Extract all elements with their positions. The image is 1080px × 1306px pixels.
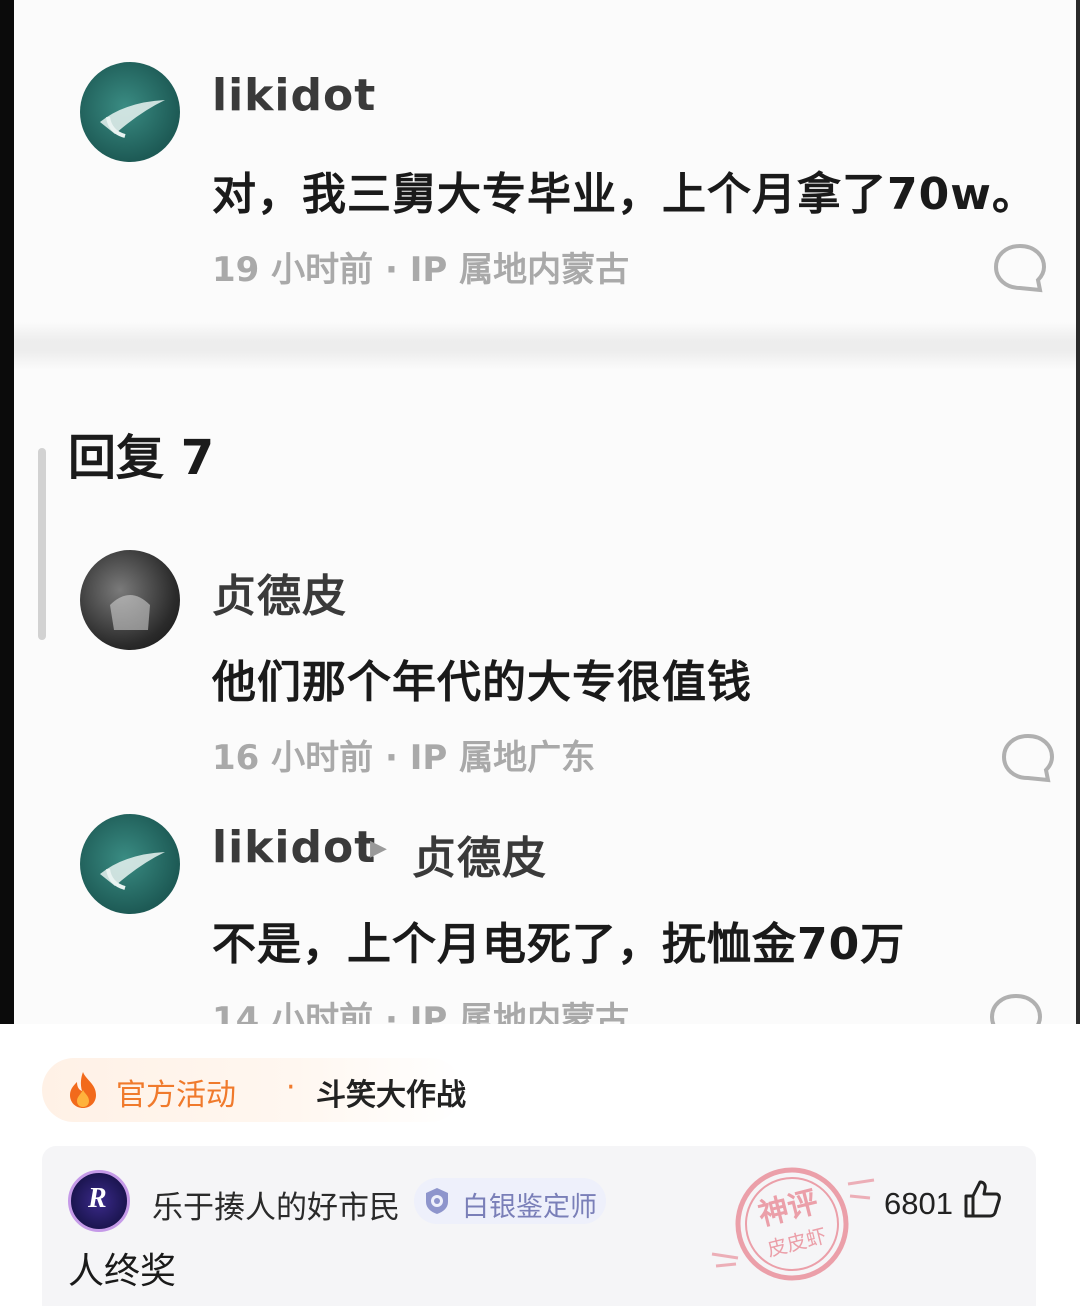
comment-text: 人终奖 (68, 1250, 177, 1291)
activity-label: 官方活动 (116, 1079, 236, 1112)
avatar (80, 814, 180, 914)
avatar-letter: R (88, 1183, 107, 1214)
thumbs-up-icon[interactable] (962, 1178, 1002, 1220)
replies-header: 回复 7 (68, 430, 215, 486)
reply-to-username: 贞德皮 (412, 833, 547, 884)
user-avatar[interactable]: R (68, 1170, 130, 1232)
badge-shield-icon (426, 1188, 448, 1214)
like-count: 6801 (884, 1186, 953, 1221)
avatar (80, 62, 180, 162)
badge-label: 白银鉴定师 (462, 1192, 597, 1222)
activity-separator: · (286, 1070, 296, 1105)
screenshot-image: likidot 对，我三舅大专毕业，上个月拿了70w。 19 小时前 · IP … (0, 0, 1080, 1024)
official-activity-tag[interactable]: 官方活动 · 斗笑大作战 (42, 1058, 466, 1122)
fire-icon (70, 1072, 96, 1108)
comment-meta: 19 小时前 · IP 属地内蒙古 (212, 250, 630, 290)
comment-bubble-icon[interactable] (992, 240, 1048, 296)
reply-username: 贞德皮 (212, 571, 347, 622)
comment-text: 对，我三舅大专毕业，上个月拿了70w。 (212, 169, 1037, 220)
comment-username[interactable]: 乐于揍人的好市民 (152, 1182, 400, 1227)
separator (14, 322, 1076, 370)
reply-text: 不是，上个月电死了，抚恤金70万 (212, 919, 906, 970)
user-level-badge: 白银鉴定师 (414, 1178, 606, 1224)
comment-card: R 乐于揍人的好市民 白银鉴定师 神评 皮皮虾 6801 人终奖 (42, 1146, 1036, 1306)
reply-to-arrow-icon: ▶ (370, 836, 387, 861)
replies-indicator-bar (38, 448, 46, 640)
reply-username: likidot (212, 822, 377, 873)
avatar (80, 550, 180, 650)
comment-bubble-icon[interactable] (1000, 730, 1056, 786)
activity-title: 斗笑大作战 (316, 1079, 466, 1112)
comment-bubble-icon[interactable] (988, 990, 1044, 1024)
screenshot-right-border (1076, 0, 1080, 1024)
reply-meta: 14 小时前 · IP 属地内蒙古 (212, 1000, 630, 1024)
god-comment-stamp-icon: 神评 皮皮虾 (711, 1167, 875, 1281)
reply-text: 他们那个年代的大专很值钱 (212, 657, 752, 708)
screenshot-left-border (0, 0, 14, 1024)
reply-meta: 16 小时前 · IP 属地广东 (212, 738, 596, 778)
comment-username: likidot (212, 70, 377, 121)
